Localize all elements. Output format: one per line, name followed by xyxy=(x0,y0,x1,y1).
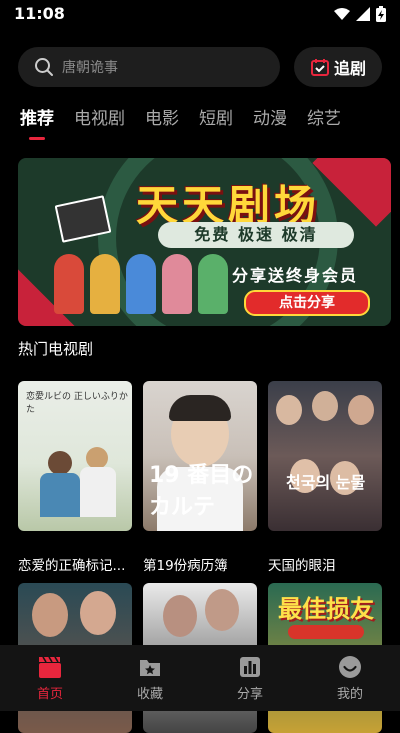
show-title[interactable]: 天国的眼泪 xyxy=(268,554,386,574)
nav-share-label: 分享 xyxy=(236,687,263,702)
nav-home-label: 首页 xyxy=(36,687,63,702)
clapper-icon xyxy=(39,656,61,678)
battery-icon xyxy=(376,6,386,22)
show-title[interactable]: 第19份病历簿 xyxy=(143,554,261,574)
signal-icon xyxy=(356,7,370,21)
bottom-navigation: 首页 收藏 分享 我的 xyxy=(0,645,400,711)
banner-promo-text: 分享送终身会员 xyxy=(232,266,359,285)
show-poster[interactable]: 恋愛ルビの 正しいふりかた xyxy=(18,381,132,531)
search-bar[interactable]: 唐朝诡事 xyxy=(18,47,280,87)
nav-profile[interactable]: 我的 xyxy=(300,645,400,711)
audience-illustration xyxy=(54,254,228,314)
tab-recommend[interactable]: 推荐 xyxy=(20,104,54,140)
status-time: 11:08 xyxy=(14,4,65,23)
nav-favorites[interactable]: 收藏 xyxy=(100,645,200,711)
tab-variety[interactable]: 综艺 xyxy=(307,104,341,134)
status-icons xyxy=(334,6,386,22)
poster-text: 最佳损友 xyxy=(278,595,374,623)
nav-profile-label: 我的 xyxy=(336,687,363,702)
section-title: 热门电视剧 xyxy=(18,340,94,358)
category-tabs: 推荐 电视剧 电影 短剧 动漫 综艺 xyxy=(20,104,341,140)
nav-home[interactable]: 首页 xyxy=(0,645,100,711)
poster-text: 恋愛ルビの 正しいふりかた xyxy=(26,392,128,415)
promo-banner[interactable]: 天天剧场 免费 极速 极清 分享送终身会员 点击分享 xyxy=(18,158,391,326)
wifi-icon xyxy=(334,8,350,20)
tab-tv-series[interactable]: 电视剧 xyxy=(74,104,125,134)
status-bar: 11:08 xyxy=(0,0,400,28)
show-poster[interactable]: 천국의 눈물 xyxy=(268,381,382,531)
star-folder-icon xyxy=(140,660,160,676)
nav-share[interactable]: 分享 xyxy=(200,645,300,711)
show-title[interactable]: 恋爱的正确标记... xyxy=(18,554,136,574)
banner-tagline: 免费 极速 极清 xyxy=(158,222,354,248)
smiley-icon xyxy=(339,656,361,678)
tab-movies[interactable]: 电影 xyxy=(145,104,179,134)
search-placeholder: 唐朝诡事 xyxy=(62,60,118,76)
search-icon xyxy=(35,58,53,76)
bar-chart-icon xyxy=(240,657,260,677)
show-poster[interactable]: 19 番目のカルテ xyxy=(143,381,257,531)
follow-drama-button[interactable]: 追剧 xyxy=(294,47,382,87)
tab-short-drama[interactable]: 短剧 xyxy=(199,104,233,134)
calendar-check-icon xyxy=(310,59,329,76)
poster-text: 19 番目のカルテ xyxy=(149,463,254,520)
tab-anime[interactable]: 动漫 xyxy=(253,104,287,134)
follow-drama-label: 追剧 xyxy=(333,59,366,78)
banner-share-button[interactable]: 点击分享 xyxy=(244,290,370,316)
poster-text: 천국의 눈물 xyxy=(286,473,366,492)
nav-favorites-label: 收藏 xyxy=(136,687,163,702)
